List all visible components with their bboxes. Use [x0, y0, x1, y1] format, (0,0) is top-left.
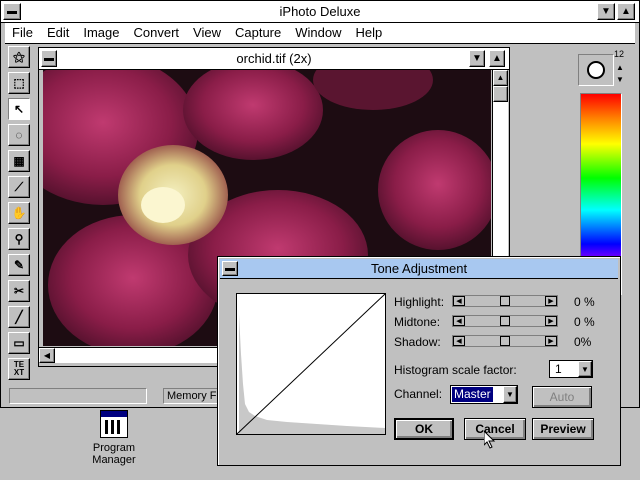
midtone-left-arrow-icon[interactable]: ◀: [453, 316, 465, 326]
highlight-slider[interactable]: ◀ ▶: [452, 295, 558, 307]
menu-edit[interactable]: Edit: [40, 23, 76, 43]
channel-select[interactable]: Master ▼: [450, 385, 518, 404]
image-window-maximize-button[interactable]: ▲: [489, 50, 505, 67]
image-window-title-bar[interactable]: orchid.tif (2x): [39, 48, 509, 70]
clone-icon[interactable]: ✂: [8, 280, 30, 302]
menu-window[interactable]: Window: [288, 23, 348, 43]
midtone-thumb[interactable]: [500, 316, 510, 326]
midtone-value: 0 %: [574, 315, 595, 329]
dialog-title-bar[interactable]: Tone Adjustment: [220, 259, 618, 279]
program-manager-icon: [100, 410, 128, 438]
magic-wand-icon[interactable]: ⚝: [8, 46, 30, 68]
auto-select-icon[interactable]: ◌: [8, 124, 30, 146]
midtone-label: Midtone:: [394, 315, 441, 329]
menu-file[interactable]: File: [5, 23, 40, 43]
brush-icon[interactable]: ✎: [8, 254, 30, 276]
ok-button[interactable]: OK: [394, 418, 454, 440]
menu-convert[interactable]: Convert: [127, 23, 187, 43]
program-manager-desktop-icon[interactable]: Program Manager: [84, 410, 144, 476]
lasso-select-icon[interactable]: ⬚: [8, 72, 30, 94]
image-window-minimize-button[interactable]: ▼: [469, 50, 485, 67]
tone-curve-panel[interactable]: [236, 293, 386, 435]
highlight-thumb[interactable]: [500, 296, 510, 306]
scroll-left-arrow-icon[interactable]: ◀: [39, 348, 55, 363]
histogram-scale-dropdown-icon[interactable]: ▼: [578, 361, 592, 377]
highlight-right-arrow-icon[interactable]: ▶: [545, 296, 557, 306]
preview-button[interactable]: Preview: [532, 418, 594, 440]
shadow-right-arrow-icon[interactable]: ▶: [545, 336, 557, 346]
mouse-pointer-icon: [483, 429, 496, 452]
app-title: iPhoto Deluxe: [279, 4, 361, 19]
menu-image[interactable]: Image: [76, 23, 126, 43]
status-left-field: [9, 388, 147, 404]
histogram-scale-label: Histogram scale factor:: [394, 363, 517, 377]
histogram-graph: [236, 293, 386, 435]
midtone-right-arrow-icon[interactable]: ▶: [545, 316, 557, 326]
eyedropper-icon[interactable]: ⟋: [8, 176, 30, 198]
minimize-button[interactable]: ▼: [597, 3, 615, 20]
shadow-left-arrow-icon[interactable]: ◀: [453, 336, 465, 346]
shadow-value: 0%: [574, 335, 592, 349]
image-window-title: orchid.tif (2x): [236, 51, 312, 66]
image-window-system-menu[interactable]: ▬: [41, 50, 57, 67]
color-swatch-preview[interactable]: [578, 54, 614, 86]
palette-value: 12: [614, 49, 625, 59]
channel-dropdown-icon[interactable]: ▼: [503, 386, 517, 403]
scroll-up-arrow-icon[interactable]: ▲: [493, 70, 508, 86]
program-manager-label: Program Manager: [92, 442, 136, 466]
tone-adjustment-dialog: Tone Adjustment ▬ Highlight: ◀ ▶ 0 % Mid…: [217, 256, 621, 466]
mask-icon[interactable]: ▦: [8, 150, 30, 172]
shadow-slider[interactable]: ◀ ▶: [452, 335, 558, 347]
histogram-scale-value: 1: [555, 362, 562, 376]
maximize-button[interactable]: ▲: [617, 3, 635, 20]
tool-palette: ⚝ ⬚ ↖ ◌ ▦ ⟋ ✋ ⚲ ✎ ✂ ╱ ▭ TE XT: [6, 45, 34, 385]
shadow-label: Shadow:: [394, 335, 441, 349]
dialog-title: Tone Adjustment: [370, 261, 468, 276]
text-icon[interactable]: TE XT: [8, 358, 30, 380]
line-icon[interactable]: ╱: [8, 306, 30, 328]
midtone-slider[interactable]: ◀ ▶: [452, 315, 558, 327]
highlight-value: 0 %: [574, 295, 595, 309]
eraser-icon[interactable]: ▭: [8, 332, 30, 354]
auto-button[interactable]: Auto: [532, 386, 592, 408]
app-title-bar[interactable]: iPhoto Deluxe: [1, 1, 639, 23]
scroll-thumb[interactable]: [493, 86, 508, 102]
palette-scroll-arrow-icon[interactable]: ▲: [616, 63, 624, 72]
shadow-thumb[interactable]: [500, 336, 510, 346]
system-menu-button[interactable]: ▬: [3, 3, 21, 20]
palette-scroll-arrow-down-icon[interactable]: ▼: [616, 75, 624, 84]
dialog-system-menu[interactable]: ▬: [222, 261, 238, 276]
hand-icon[interactable]: ✋: [8, 202, 30, 224]
channel-label: Channel:: [394, 387, 443, 401]
highlight-left-arrow-icon[interactable]: ◀: [453, 296, 465, 306]
pointer-icon[interactable]: ↖: [8, 98, 30, 120]
menu-help[interactable]: Help: [348, 23, 389, 43]
zoom-icon[interactable]: ⚲: [8, 228, 30, 250]
menu-capture[interactable]: Capture: [228, 23, 288, 43]
highlight-label: Highlight:: [394, 295, 445, 309]
menu-view[interactable]: View: [186, 23, 228, 43]
circle-icon: [587, 61, 605, 79]
channel-value: Master: [452, 387, 493, 402]
menu-bar: File Edit Image Convert View Capture Window Hel…: [5, 23, 635, 44]
histogram-scale-select[interactable]: 1 ▼: [549, 360, 593, 378]
